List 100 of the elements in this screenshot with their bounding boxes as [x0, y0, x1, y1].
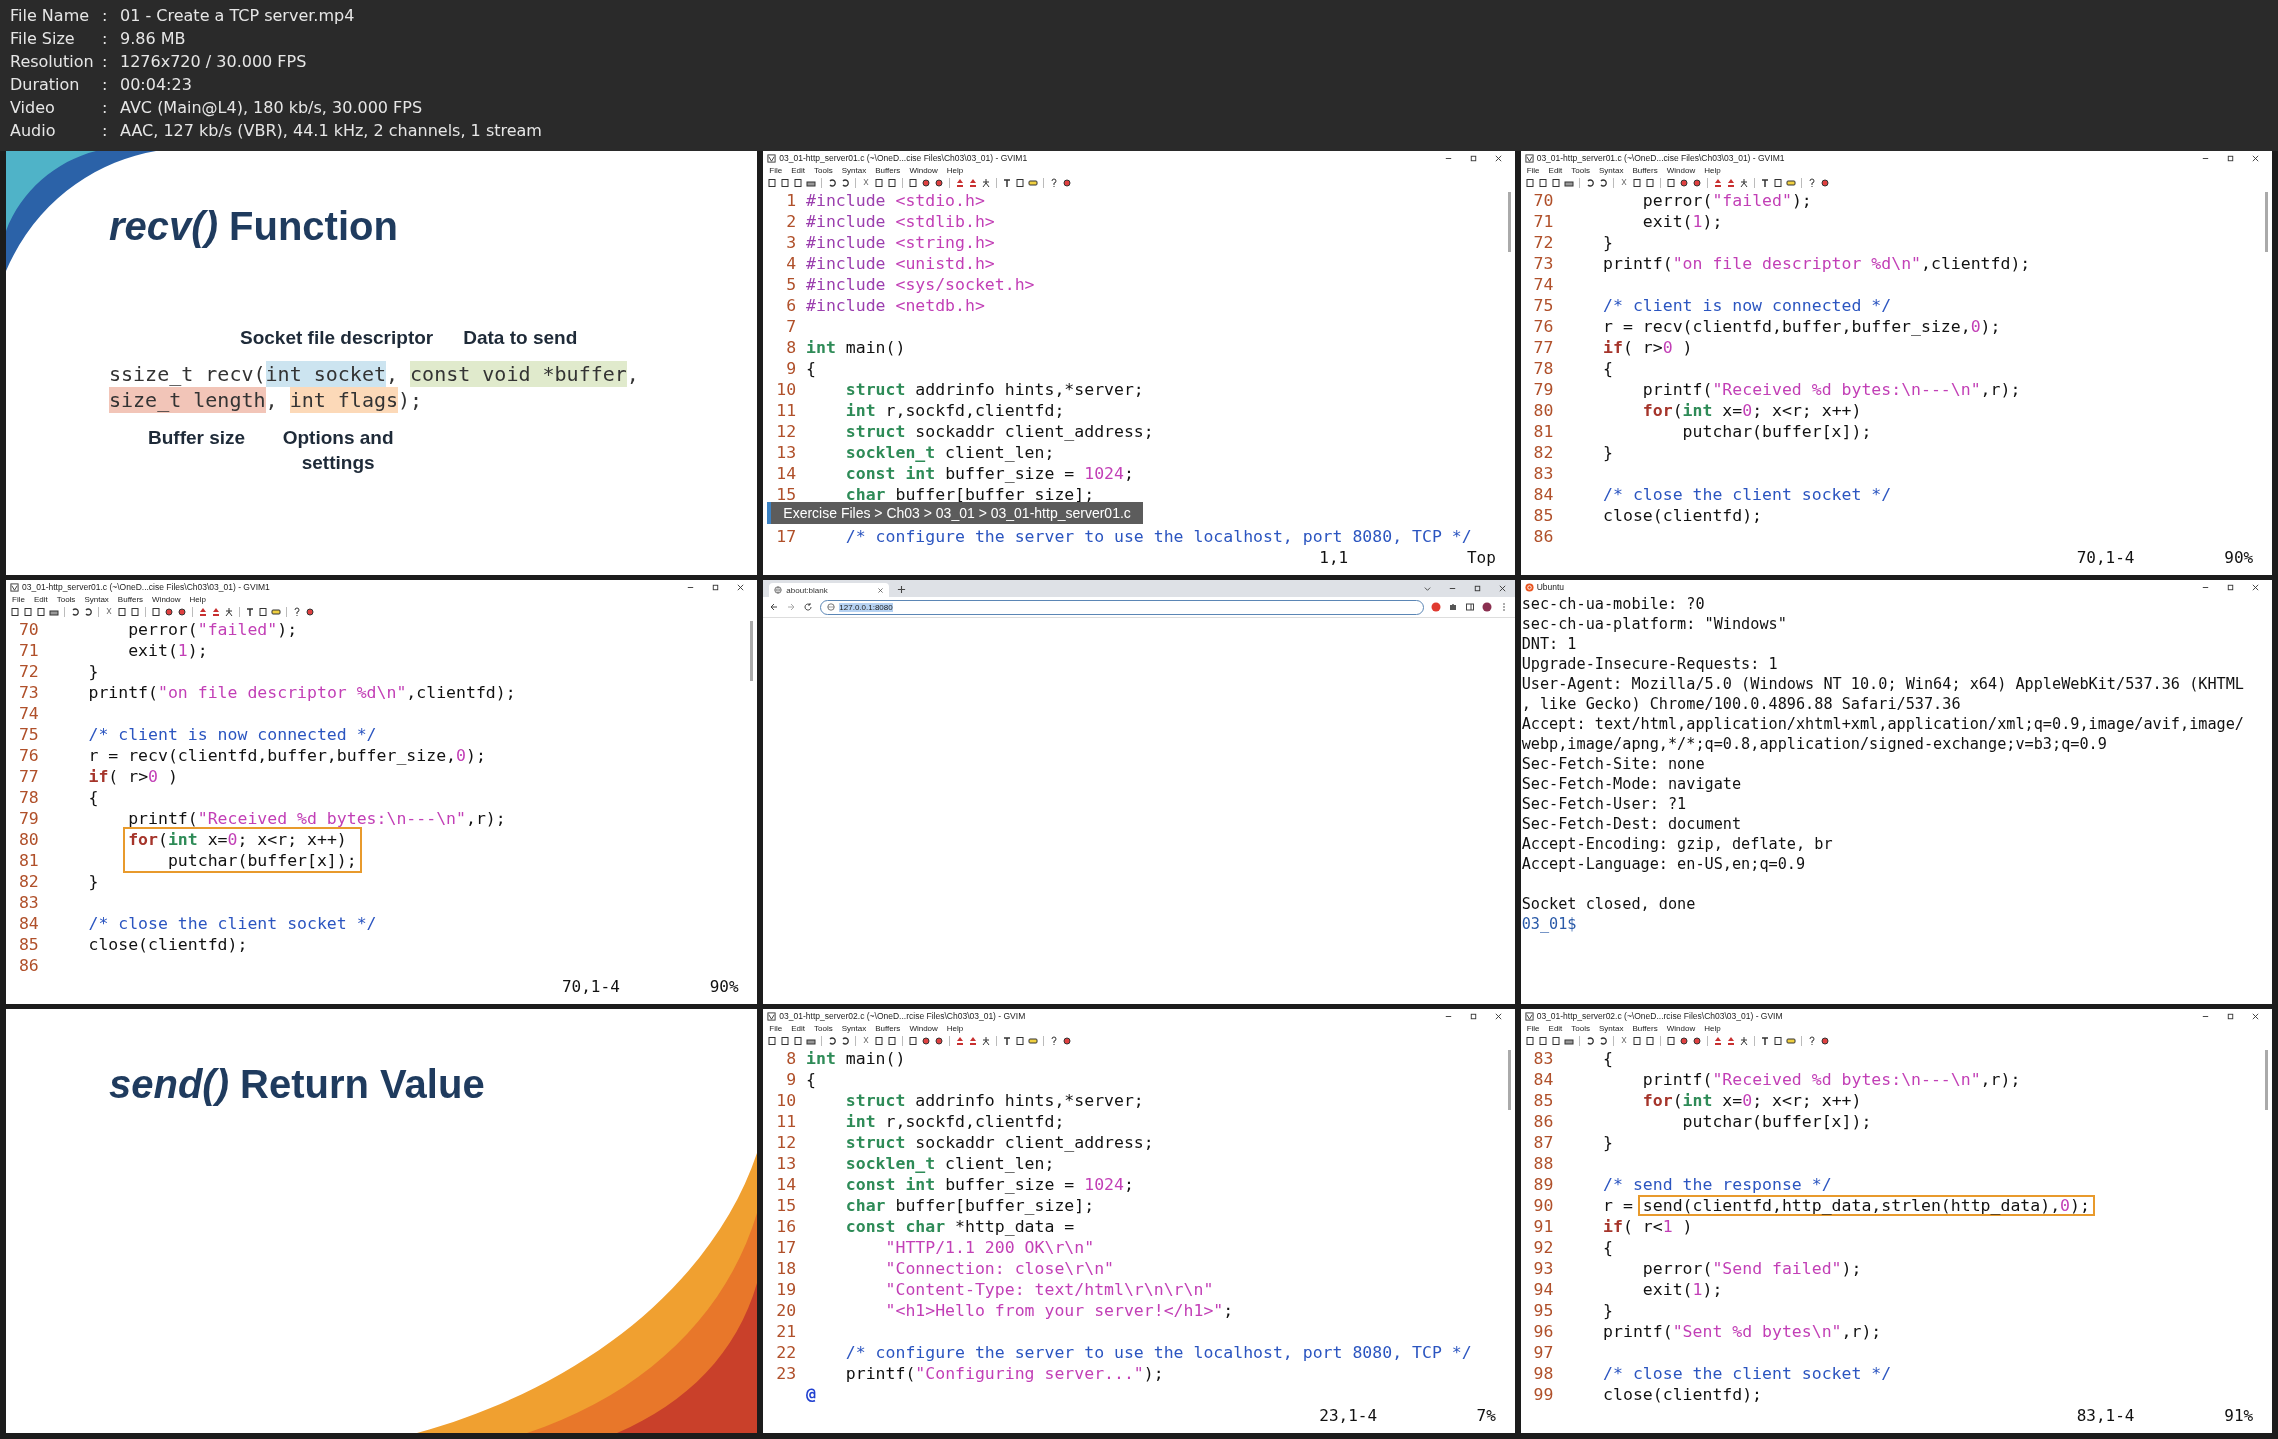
- menu-item[interactable]: Syntax: [841, 1024, 867, 1033]
- tool-icon[interactable]: [934, 178, 945, 188]
- menu-item[interactable]: Help: [1704, 166, 1721, 175]
- menu-item[interactable]: Buffers: [875, 1024, 901, 1033]
- tool-icon[interactable]: [1002, 1036, 1013, 1046]
- menu-item[interactable]: Syntax: [841, 166, 867, 175]
- menu-item[interactable]: Help: [189, 595, 206, 604]
- scrollbar-thumb[interactable]: [1507, 192, 1511, 252]
- tool-icon[interactable]: [1631, 178, 1642, 188]
- avatar-icon[interactable]: [1481, 602, 1492, 612]
- tool-icon[interactable]: [1785, 178, 1796, 188]
- tool-icon[interactable]: [211, 607, 221, 617]
- tool-icon[interactable]: [1631, 1036, 1642, 1046]
- tool-icon[interactable]: [1563, 1036, 1574, 1046]
- tool-icon[interactable]: [887, 1036, 898, 1046]
- tool-icon[interactable]: [874, 1036, 885, 1046]
- tool-icon[interactable]: [1738, 178, 1749, 188]
- menu-item[interactable]: Buffers: [1632, 1024, 1658, 1033]
- tool-icon[interactable]: [224, 607, 234, 617]
- browser-tab[interactable]: about:blank: [769, 583, 890, 597]
- tool-icon[interactable]: [1759, 1036, 1770, 1046]
- maximize-icon[interactable]: [1472, 584, 1482, 593]
- tool-icon[interactable]: [1725, 178, 1736, 188]
- scrollbar-thumb[interactable]: [750, 621, 754, 681]
- menu-item[interactable]: File: [12, 595, 25, 604]
- tool-icon[interactable]: [1550, 178, 1561, 188]
- tool-icon[interactable]: [1049, 1036, 1060, 1046]
- back-icon[interactable]: [769, 602, 780, 612]
- menu-item[interactable]: Buffers: [1632, 166, 1658, 175]
- new-tab-icon[interactable]: [897, 585, 907, 594]
- menu-item[interactable]: Window: [909, 166, 938, 175]
- tool-icon[interactable]: [1785, 1036, 1796, 1046]
- tool-icon[interactable]: [780, 1036, 791, 1046]
- tool-icon[interactable]: [1002, 178, 1013, 188]
- maximize-icon[interactable]: [2226, 1011, 2235, 1021]
- chevron-down-icon[interactable]: [1422, 584, 1432, 593]
- tool-icon[interactable]: [1759, 178, 1770, 188]
- menu-item[interactable]: Tools: [814, 1024, 833, 1033]
- close-icon[interactable]: [877, 586, 885, 594]
- tool-icon[interactable]: [793, 1036, 804, 1046]
- maximize-icon[interactable]: [2226, 582, 2235, 592]
- tool-icon[interactable]: [955, 178, 966, 188]
- tool-icon[interactable]: [1028, 1036, 1039, 1046]
- tool-icon[interactable]: [806, 1036, 817, 1046]
- tool-icon[interactable]: [827, 1036, 838, 1046]
- tool-icon[interactable]: [1738, 1036, 1749, 1046]
- tool-icon[interactable]: [1062, 1036, 1073, 1046]
- tool-icon[interactable]: [305, 607, 315, 617]
- tool-icon[interactable]: [1524, 178, 1535, 188]
- tool-icon[interactable]: [1772, 178, 1783, 188]
- reload-icon[interactable]: [803, 602, 814, 612]
- menu-item[interactable]: Tools: [56, 595, 76, 604]
- tool-icon[interactable]: [1772, 1036, 1783, 1046]
- menu-item[interactable]: Syntax: [1599, 166, 1624, 175]
- tool-icon[interactable]: [1665, 1036, 1676, 1046]
- menu-item[interactable]: File: [769, 166, 783, 175]
- tool-icon[interactable]: [981, 1036, 992, 1046]
- tool-icon[interactable]: [780, 178, 791, 188]
- menu-item[interactable]: Tools: [814, 166, 833, 175]
- tool-icon[interactable]: [955, 1036, 966, 1046]
- menu-item[interactable]: Window: [152, 595, 181, 604]
- tool-icon[interactable]: [1691, 178, 1702, 188]
- menu-item[interactable]: Buffers: [117, 595, 144, 604]
- tool-icon[interactable]: [767, 178, 778, 188]
- tool-icon[interactable]: [1524, 1036, 1535, 1046]
- tool-icon[interactable]: [767, 1036, 778, 1046]
- tool-icon[interactable]: [981, 178, 992, 188]
- maximize-icon[interactable]: [1468, 1011, 1478, 1021]
- tool-icon[interactable]: [245, 607, 255, 617]
- tool-icon[interactable]: [968, 1036, 979, 1046]
- menu-item[interactable]: Help: [946, 1024, 964, 1033]
- tool-icon[interactable]: [1644, 178, 1655, 188]
- tool-icon[interactable]: [908, 1036, 919, 1046]
- tool-icon[interactable]: [1819, 1036, 1830, 1046]
- menu-item[interactable]: Edit: [1548, 1024, 1563, 1033]
- menu-item[interactable]: Help: [1704, 1024, 1721, 1033]
- tool-icon[interactable]: [1678, 1036, 1689, 1046]
- tool-icon[interactable]: [198, 607, 208, 617]
- tool-icon[interactable]: [1049, 178, 1060, 188]
- menu-item[interactable]: Syntax: [1599, 1024, 1624, 1033]
- menu-item[interactable]: Edit: [791, 1024, 805, 1033]
- tool-icon[interactable]: [1644, 1036, 1655, 1046]
- puzzle-icon[interactable]: [1447, 602, 1458, 612]
- tool-icon[interactable]: [1028, 178, 1039, 188]
- menu-item[interactable]: Tools: [1571, 1024, 1591, 1033]
- tool-icon[interactable]: [840, 1036, 851, 1046]
- tool-icon[interactable]: [921, 1036, 932, 1046]
- menu-item[interactable]: Edit: [791, 166, 805, 175]
- tool-icon[interactable]: [921, 178, 932, 188]
- menu-item[interactable]: Window: [1666, 1024, 1696, 1033]
- tool-icon[interactable]: [1062, 178, 1073, 188]
- menu-item[interactable]: File: [769, 1024, 783, 1033]
- tool-icon[interactable]: [887, 178, 898, 188]
- tool-icon[interactable]: [1563, 178, 1574, 188]
- tool-icon[interactable]: [1691, 1036, 1702, 1046]
- menu-item[interactable]: Window: [909, 1024, 938, 1033]
- close-icon[interactable]: [2251, 1011, 2260, 1021]
- tool-icon[interactable]: [1712, 1036, 1723, 1046]
- tool-icon[interactable]: [806, 178, 817, 188]
- menu-item[interactable]: Window: [1666, 166, 1696, 175]
